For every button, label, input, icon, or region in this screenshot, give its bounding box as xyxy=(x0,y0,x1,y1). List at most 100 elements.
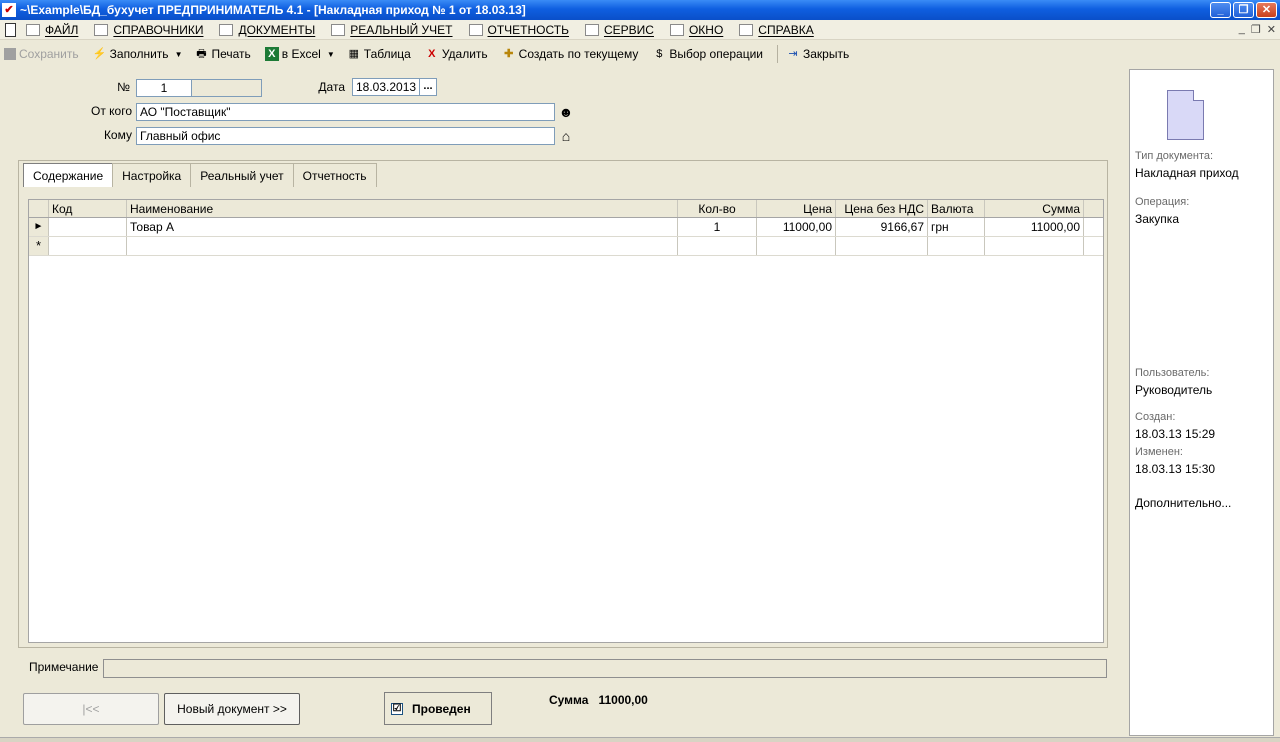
mdi-restore-icon[interactable]: ❐ xyxy=(1251,23,1261,36)
row-indicator: ► xyxy=(29,218,49,236)
tab-contents[interactable]: Содержание xyxy=(23,163,114,187)
toolbar-separator xyxy=(777,45,778,63)
from-label: От кого xyxy=(90,104,132,118)
posted-checkbox[interactable]: ☑ Проведен xyxy=(384,692,492,725)
table-icon: ▦ xyxy=(348,48,359,60)
mdi-close-icon[interactable]: ✕ xyxy=(1267,23,1276,36)
doc-type-label: Тип документа: xyxy=(1135,150,1214,162)
from-input[interactable]: АО "Поставщик" xyxy=(136,103,555,121)
note-input[interactable] xyxy=(103,659,1107,678)
close-icon[interactable]: ✕ xyxy=(1256,2,1277,18)
created-value: 18.03.13 15:29 xyxy=(1135,427,1216,441)
tabs-panel: Содержание Настройка Реальный учет Отчет… xyxy=(18,160,1108,648)
fill-button[interactable]: ⚡ Заполнить xyxy=(93,47,169,61)
tab-reports[interactable]: Отчетность xyxy=(292,163,377,187)
cell-qty[interactable] xyxy=(678,237,757,255)
menu-documents[interactable]: ДОКУМЕНТЫ xyxy=(219,23,315,37)
new-row-indicator: * xyxy=(29,237,49,255)
col-qty[interactable]: Кол-во xyxy=(678,200,757,217)
col-name[interactable]: Наименование xyxy=(127,200,678,217)
cell-price-no-vat[interactable]: 9166,67 xyxy=(836,218,928,236)
cell-sum[interactable]: 11000,00 xyxy=(985,218,1084,236)
grid-header: Код Наименование Кол-во Цена Цена без НД… xyxy=(29,200,1103,218)
to-input[interactable]: Главный офис xyxy=(136,127,555,145)
modified-label: Изменен: xyxy=(1135,446,1183,458)
tab-settings[interactable]: Настройка xyxy=(112,163,192,187)
operation-icon: $ xyxy=(656,48,663,60)
menu-directories[interactable]: СПРАВОЧНИКИ xyxy=(94,23,203,37)
delete-button[interactable]: X Удалить xyxy=(425,47,488,61)
cell-sum[interactable] xyxy=(985,237,1084,255)
restore-icon[interactable]: ❐ xyxy=(1233,2,1254,18)
counterparty-icon[interactable]: ☻ xyxy=(557,103,575,121)
operation-label: Операция: xyxy=(1135,196,1190,208)
col-price[interactable]: Цена xyxy=(757,200,836,217)
menu-file[interactable]: ФАЙЛ xyxy=(26,23,78,37)
note-label: Примечание xyxy=(29,660,99,674)
date-picker-button[interactable]: ... xyxy=(419,78,437,96)
document-info-panel: Тип документа: Накладная приход Операция… xyxy=(1129,69,1274,736)
col-price-no-vat[interactable]: Цена без НДС xyxy=(836,200,928,217)
total-sum: Сумма 11000,00 xyxy=(549,693,648,707)
first-document-button[interactable]: |<< xyxy=(23,693,159,725)
cell-qty[interactable]: 1 xyxy=(678,218,757,236)
col-sum[interactable]: Сумма xyxy=(985,200,1084,217)
title-bar: ✔ ~\Example\БД_бухучет ПРЕДПРИНИМАТЕЛЬ 4… xyxy=(0,0,1280,20)
window-title: ~\Example\БД_бухучет ПРЕДПРИНИМАТЕЛЬ 4.1… xyxy=(20,3,526,17)
operation-value: Закупка xyxy=(1135,212,1179,226)
mdi-minimize-icon[interactable]: _ xyxy=(1239,23,1245,36)
printer-icon: 🖶 xyxy=(196,48,207,60)
menu-help[interactable]: СПРАВКА xyxy=(739,23,814,37)
mdi-controls: _ ❐ ✕ xyxy=(1239,23,1276,36)
menu-reports[interactable]: ОТЧЕТНОСТЬ xyxy=(468,23,569,37)
help-icon xyxy=(739,23,754,36)
select-operation-button[interactable]: $ Выбор операции xyxy=(652,47,763,61)
fill-dropdown-icon[interactable]: ▼ xyxy=(175,50,183,59)
col-code[interactable]: Код xyxy=(49,200,127,217)
toolbar: Сохранить ⚡ Заполнить ▼ 🖶 Печать Xв Excel … xyxy=(0,42,1280,66)
number-input[interactable]: 1 xyxy=(136,79,192,97)
close-button[interactable]: ⇥ Закрыть xyxy=(786,47,849,61)
menu-service[interactable]: СЕРВИС xyxy=(584,23,654,37)
menu-window[interactable]: ОКНО xyxy=(669,23,723,37)
window-icon xyxy=(669,23,684,36)
date-input[interactable]: 18.03.2013 xyxy=(352,78,420,96)
cell-price-no-vat[interactable] xyxy=(836,237,928,255)
cell-price[interactable]: 11000,00 xyxy=(757,218,836,236)
excel-dropdown-icon[interactable]: ▼ xyxy=(327,50,335,59)
table-button[interactable]: ▦ Таблица xyxy=(347,47,411,61)
cell-currency[interactable] xyxy=(928,237,985,255)
to-label: Кому xyxy=(103,128,132,142)
minimize-icon[interactable]: _ xyxy=(1210,2,1231,18)
col-currency[interactable]: Валюта xyxy=(928,200,985,217)
number-label: № xyxy=(117,80,130,94)
posted-label: Проведен xyxy=(412,701,471,716)
window-controls: _ ❐ ✕ xyxy=(1210,2,1277,18)
cell-name[interactable] xyxy=(127,237,678,255)
create-from-current-button[interactable]: ✚ Создать по текущему xyxy=(502,47,638,61)
calculator-icon xyxy=(584,23,599,36)
excel-button[interactable]: Xв Excel xyxy=(264,47,321,61)
number-suffix-field[interactable] xyxy=(191,79,262,97)
cell-currency[interactable]: грн xyxy=(928,218,985,236)
cell-code[interactable] xyxy=(49,237,127,255)
more-link[interactable]: Дополнительно... xyxy=(1135,496,1231,510)
date-label: Дата xyxy=(318,80,345,94)
cell-name[interactable]: Товар А xyxy=(127,218,678,236)
save-button[interactable]: Сохранить xyxy=(4,47,79,61)
delete-icon: X xyxy=(428,48,436,60)
home-icon[interactable]: ⌂ xyxy=(557,127,575,145)
fill-icon: ⚡ xyxy=(92,48,107,60)
tab-real-accounting[interactable]: Реальный учет xyxy=(190,163,294,187)
cell-code[interactable] xyxy=(49,218,127,236)
items-grid[interactable]: Код Наименование Кол-во Цена Цена без НД… xyxy=(28,199,1104,643)
home-icon xyxy=(94,23,109,36)
save-icon xyxy=(4,48,16,60)
print-button[interactable]: 🖶 Печать xyxy=(194,47,251,61)
new-document-button[interactable]: Новый документ >> xyxy=(164,693,300,725)
menu-real-accounting[interactable]: РЕАЛЬНЫЙ УЧЕТ xyxy=(331,23,453,37)
table-row-new[interactable]: * xyxy=(29,237,1103,256)
new-document-icon[interactable] xyxy=(5,22,16,37)
table-row[interactable]: ► Товар А 1 11000,00 9166,67 грн 11000,0… xyxy=(29,218,1103,237)
cell-price[interactable] xyxy=(757,237,836,255)
